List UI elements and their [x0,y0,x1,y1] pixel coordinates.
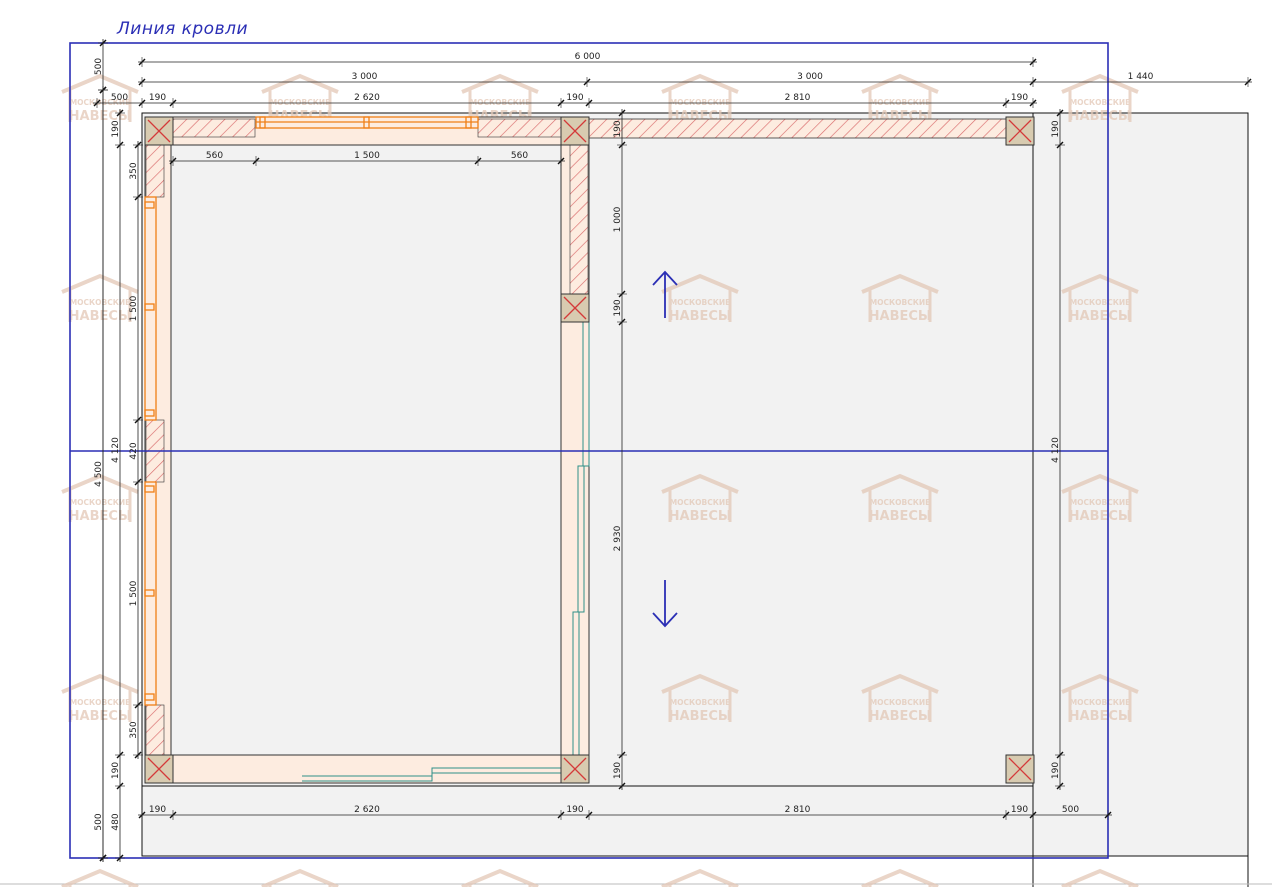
watermark-line-2: НАВЕСЫ [869,309,932,324]
dimension-label: 190 [149,805,166,815]
dimension-label: 500 [94,58,104,75]
adjacent-slab [1032,112,1249,857]
post [1005,754,1035,784]
dimension-label: 420 [129,442,139,459]
dimension-label: 500 [1062,805,1079,815]
dimension-label: 560 [511,151,528,161]
watermark-line-1: МОСКОВСКИЕ [870,98,931,107]
dimension-label: 190 [111,762,121,779]
hatched-wall-left-top [145,144,165,198]
dimension-label: 6 000 [575,52,601,62]
floor-plan-drawing: МОСКОВСКИЕ НАВЕСЫ МОСКОВСКИЕ НАВЕСЫ МОСКОВСК… [0,39,1272,887]
watermark-line-2: НАВЕСЫ [1069,309,1132,324]
watermark-line-1: МОСКОВСКИЕ [670,298,731,307]
watermark-line-1: МОСКОВСКИЕ [870,698,931,707]
dimension-label: 350 [129,721,139,738]
dimension-label: 4 500 [94,461,104,487]
watermark-logo: МОСКОВСКИЕНАВЕСЫ [661,868,739,887]
watermark-line-1: МОСКОВСКИЕ [470,98,531,107]
watermark-logo: МОСКОВСКИЕНАВЕСЫ [861,73,939,124]
dimension-label: 190 [566,93,583,103]
dimension-label: 2 810 [785,805,811,815]
dimension-top-total: 6 000 [138,52,1037,67]
watermark-line-1: МОСКОВСКИЕ [270,98,331,107]
watermark-logo: МОСКОВСКИЕ НАВЕСЫ [61,273,139,324]
watermark-line-2: НАВЕСЫ [69,709,132,724]
dimension-label: 190 [149,93,166,103]
dimension-label: 2 620 [354,805,380,815]
watermark-line-1: МОСКОВСКИЕ [1070,498,1131,507]
dimension-label: 190 [1011,93,1028,103]
post [1005,116,1035,146]
watermark-line-2: НАВЕСЫ [869,509,932,524]
dimension-label: 500 [111,93,128,103]
watermark-line-1: МОСКОВСКИЕ [870,498,931,507]
watermark-logo: МОСКОВСКИЕ НАВЕСЫ [61,673,139,724]
watermark-logo: МОСКОВСКИЕНАВЕСЫ [1061,868,1139,887]
watermark-line-2: НАВЕСЫ [669,309,732,324]
dimension-label: 190 [613,120,623,137]
watermark-logo: МОСКОВСКИЕ НАВЕСЫ [1061,73,1139,124]
dimension-label: 4 120 [111,437,121,463]
dimension-label: 1 440 [1128,72,1154,82]
dimension-label: 480 [111,813,121,830]
dimension-label: 1 500 [354,151,380,161]
watermark-line-1: МОСКОВСКИЕ [70,498,131,507]
watermark-line-2: НАВЕСЫ [1069,509,1132,524]
watermark-line-1: МОСКОВСКИЕ [670,98,731,107]
dimension-label: 190 [1051,120,1061,137]
dimension-label: 190 [613,299,623,316]
dimension-label: 190 [566,805,583,815]
watermark-line-1: МОСКОВСКИЕ [1070,698,1131,707]
watermark-line-1: МОСКОВСКИЕ [670,498,731,507]
dimension-label: 4 120 [1051,437,1061,463]
dimension-label: 350 [129,162,139,179]
post [144,754,174,784]
dimension-label: 190 [111,120,121,137]
dimension-left-openings: 350 1 500 420 1 500 350 [129,141,143,759]
dimension-label: 2 930 [613,525,623,551]
dimension-label: 2 810 [785,93,811,103]
watermark-line-1: МОСКОВСКИЕ [1070,298,1131,307]
dimension-label: 560 [206,151,223,161]
watermark-line-1: МОСКОВСКИЕ [1070,98,1131,107]
post [560,754,590,784]
watermark-logo: МОСКОВСКИЕНАВЕСЫ [461,868,539,887]
watermark-line-2: НАВЕСЫ [669,709,732,724]
watermark-line-2: НАВЕСЫ [669,509,732,524]
watermark-line-1: МОСКОВСКИЕ [670,698,731,707]
watermark-logo: МОСКОВСКИЕНАВЕСЫ [261,868,339,887]
hatched-wall-middle [569,144,589,296]
dimension-label: 190 [1011,805,1028,815]
hatched-beam-top-right [588,118,1008,139]
watermark-line-2: НАВЕСЫ [69,509,132,524]
hatched-wall-left-bottom [145,704,165,756]
dimension-left-overall: 4 500 [94,86,108,862]
watermark-line-2: НАВЕСЫ [1069,109,1132,124]
watermark-line-2: НАВЕСЫ [869,709,932,724]
watermark-logo: МОСКОВСКИЕНАВЕСЫ [61,868,139,887]
watermark-logo: МОСКОВСКИЕНАВЕСЫ [861,868,939,887]
watermark-logo: МОСКОВСКИЕНАВЕСЫ [661,73,739,124]
dimension-label: 3 000 [797,72,823,82]
hatched-wall-top-right [477,118,562,138]
dimension-label: 3 000 [352,72,378,82]
dimension-label: 1 000 [613,206,623,232]
post [560,293,590,323]
watermark-line-1: МОСКОВСКИЕ [70,298,131,307]
post [144,116,174,146]
watermark-line-2: НАВЕСЫ [1069,709,1132,724]
dimension-label: 1 500 [129,295,139,321]
post [560,116,590,146]
dimension-label: 2 620 [354,93,380,103]
watermark-line-2: НАВЕСЫ [69,309,132,324]
dimension-label: 190 [613,762,623,779]
hatched-wall-top-left [172,118,256,138]
dimension-label: 500 [94,813,104,830]
dimension-label: 190 [1051,762,1061,779]
room-floor [170,144,562,756]
watermark-line-1: МОСКОВСКИЕ [870,298,931,307]
watermark-line-1: МОСКОВСКИЕ [70,698,131,707]
dimension-label: 1 500 [129,580,139,606]
